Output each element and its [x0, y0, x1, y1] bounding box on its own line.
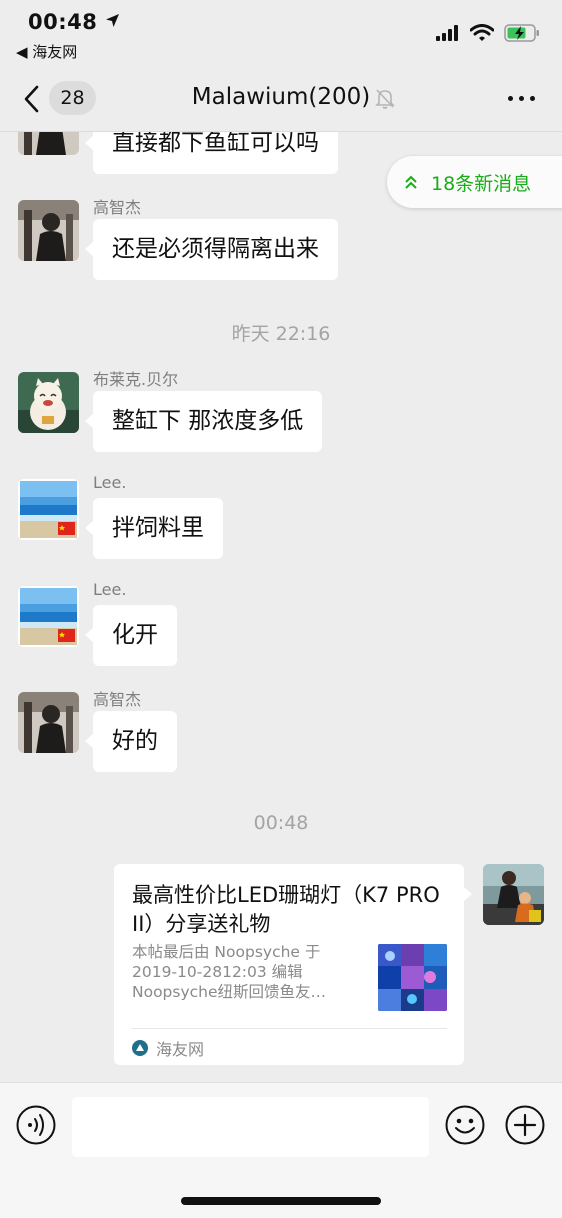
link-card-title: 最高性价比LED珊瑚灯（K7 PRO II）分享送礼物: [132, 883, 440, 936]
message-list[interactable]: 18条新消息 直接都下鱼缸可以吗 高智杰 还是必须得隔离出来 昨天 22:16 …: [0, 132, 562, 1082]
avatar[interactable]: [18, 692, 79, 753]
link-card-description: 本帖最后由 Noopsyche 于 2019-10-2812:03 编辑 Noo…: [132, 943, 327, 1001]
avatar[interactable]: [18, 586, 79, 647]
link-card-divider: [132, 1028, 447, 1029]
chat-header: 28 Malawium(200): [0, 70, 562, 132]
status-icons: [436, 24, 540, 42]
avatar[interactable]: [18, 200, 79, 261]
timestamp: 00:48: [253, 812, 309, 834]
message-bubble[interactable]: 拌饲料里: [85, 498, 223, 559]
plus-icon[interactable]: [505, 1105, 545, 1145]
voice-input-icon[interactable]: [16, 1105, 56, 1145]
input-toolbar: [0, 1082, 562, 1218]
message-bubble[interactable]: 还是必须得隔离出来: [85, 219, 338, 280]
more-options-icon[interactable]: [508, 96, 535, 101]
link-card-source-name: 海友网: [156, 1040, 205, 1059]
message-bubble[interactable]: 化开: [85, 605, 177, 666]
link-card-source: 海友网: [132, 1036, 204, 1060]
home-indicator[interactable]: [181, 1197, 381, 1205]
sender-name: 高智杰: [93, 198, 142, 217]
battery-charging-icon: [504, 24, 539, 42]
status-bar: 00:48 ◀ 海友网: [0, 0, 562, 70]
cellular-signal-icon: [436, 25, 458, 41]
sender-name: 高智杰: [93, 690, 142, 709]
avatar[interactable]: [18, 132, 79, 155]
double-chevron-up-icon: [405, 175, 417, 189]
status-time: 00:48: [28, 10, 120, 34]
chat-title[interactable]: Malawium(200): [0, 84, 562, 110]
timestamp: 昨天 22:16: [231, 323, 331, 345]
new-messages-label: 18条新消息: [431, 172, 532, 195]
location-arrow-icon: [106, 14, 120, 27]
message-bubble[interactable]: 直接都下鱼缸可以吗: [85, 132, 338, 174]
message-input[interactable]: [72, 1097, 429, 1157]
link-card-thumbnail: [378, 944, 447, 1011]
new-messages-pill[interactable]: 18条新消息: [387, 156, 562, 208]
emoji-icon[interactable]: [445, 1105, 485, 1145]
message-bubble[interactable]: 好的: [85, 711, 177, 772]
avatar[interactable]: [18, 479, 79, 540]
link-card-message[interactable]: 最高性价比LED珊瑚灯（K7 PRO II）分享送礼物 本帖最后由 Noopsy…: [114, 864, 472, 1065]
source-logo-icon: [132, 1040, 148, 1056]
sender-name: 布莱克.贝尔: [93, 370, 179, 389]
back-to-app-link[interactable]: ◀ 海友网: [16, 41, 77, 62]
avatar[interactable]: [18, 372, 79, 433]
wifi-icon: [470, 24, 494, 41]
sender-name: Lee.: [93, 580, 127, 599]
sender-name: Lee.: [93, 473, 127, 492]
mute-bell-icon: [375, 89, 395, 109]
my-avatar[interactable]: [483, 864, 544, 925]
message-bubble[interactable]: 整缸下 那浓度多低: [84, 391, 323, 452]
